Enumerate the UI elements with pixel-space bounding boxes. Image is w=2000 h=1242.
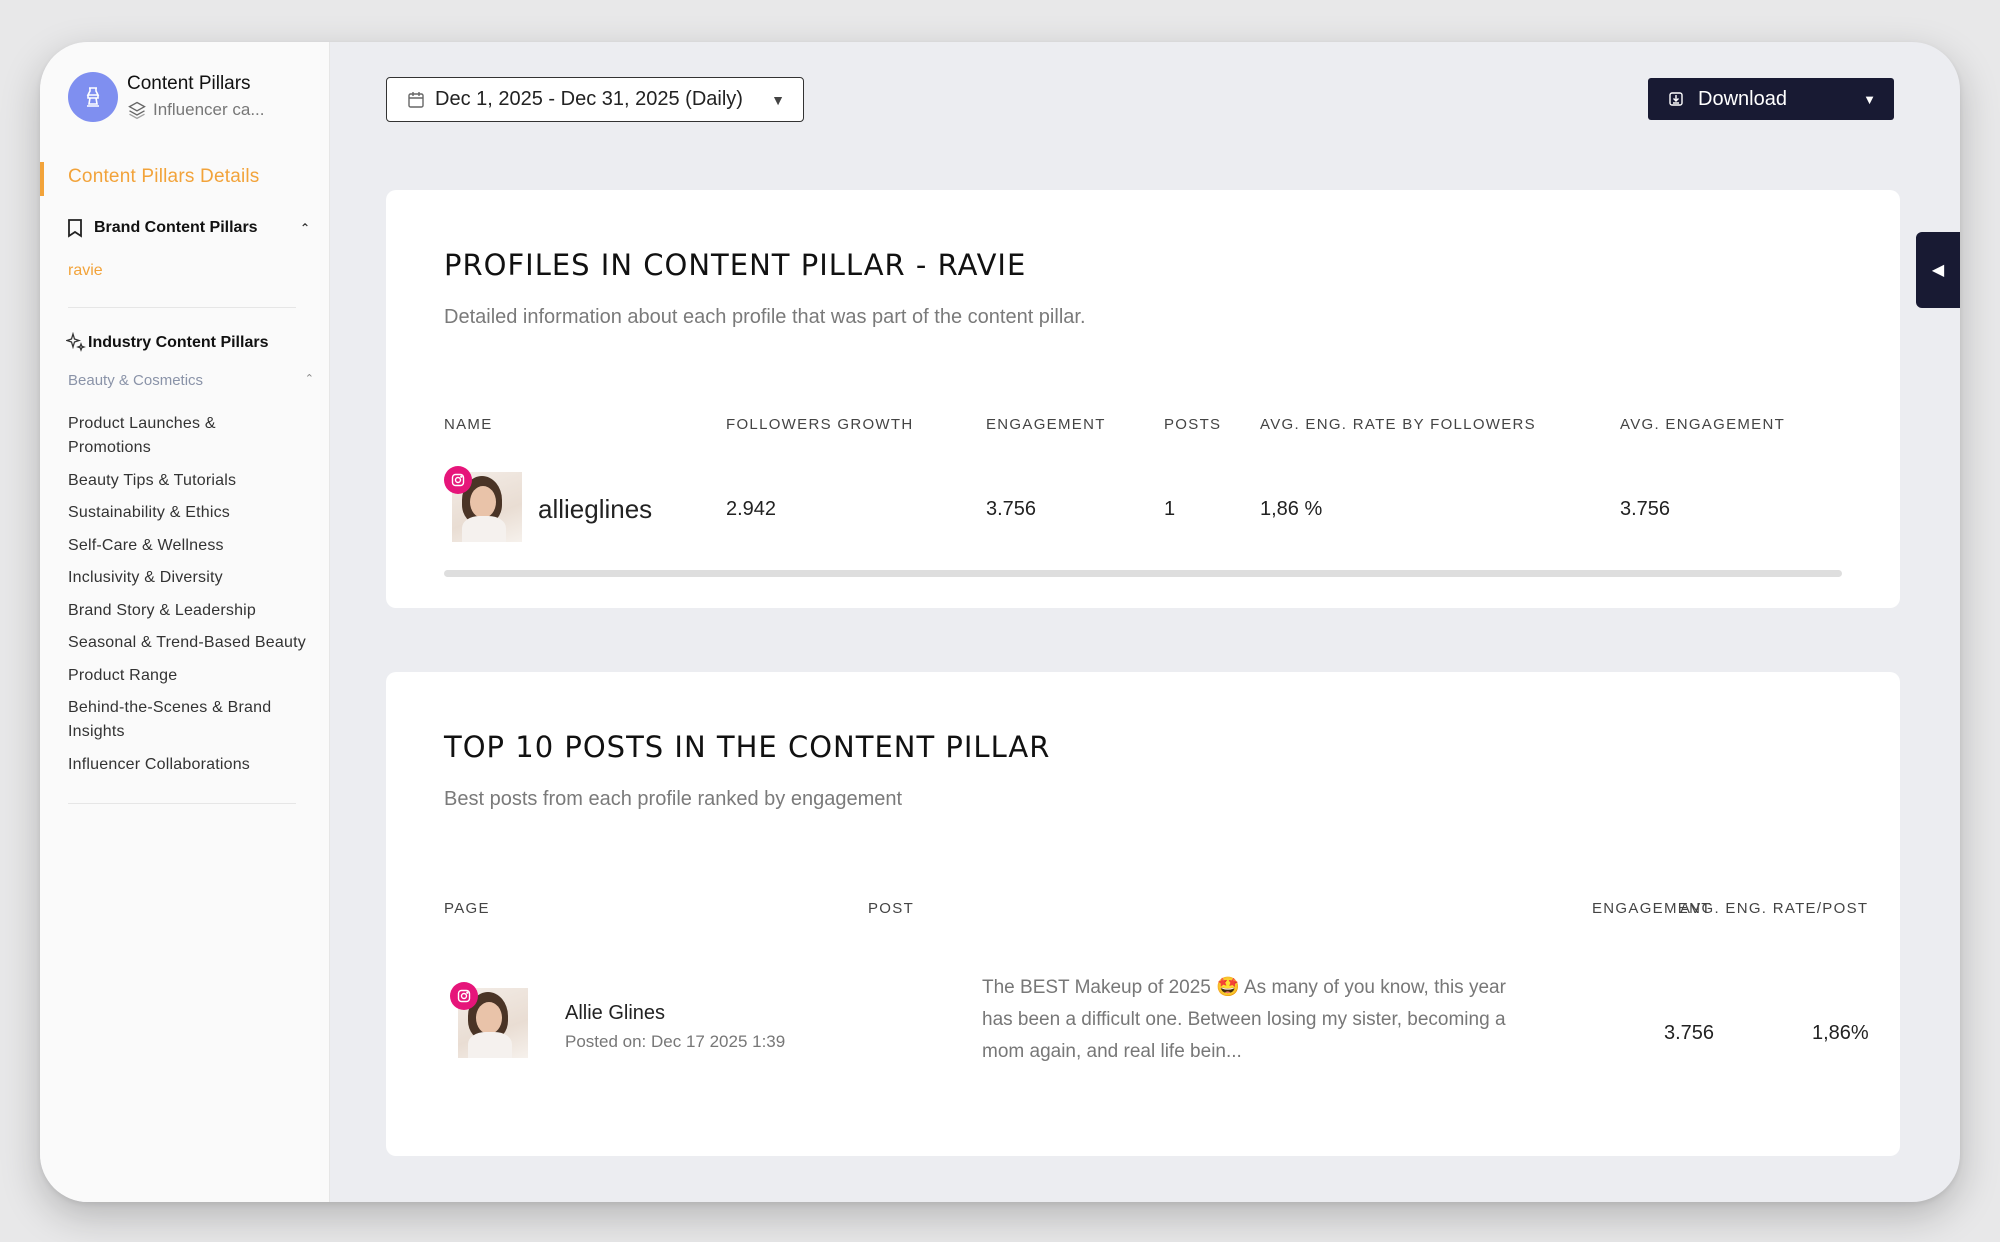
- app-logo-icon: [68, 72, 118, 122]
- instagram-icon: [450, 982, 478, 1010]
- post-avg-eng-rate-value: 1,86%: [1812, 1022, 1869, 1044]
- sidebar-item-beauty-tips[interactable]: Beauty Tips & Tutorials: [68, 469, 328, 493]
- chevron-up-icon: ⌃: [299, 221, 310, 235]
- sidebar-item-sustainability[interactable]: Sustainability & Ethics: [68, 501, 328, 525]
- brand-content-pillars-toggle[interactable]: Brand Content Pillars ⌃: [66, 218, 310, 238]
- column-header-page[interactable]: PAGE: [444, 900, 490, 917]
- calendar-icon: [408, 91, 424, 108]
- beauty-cosmetics-label: Beauty & Cosmetics: [68, 372, 204, 389]
- avg-engagement-value: 3.756: [1620, 498, 1671, 520]
- profiles-card-title: PROFILES IN CONTENT PILLAR - RAVIE: [444, 248, 1027, 282]
- sidebar: Content Pillars Influencer ca... Content…: [40, 42, 330, 1202]
- sidebar-item-influencer-collaborations[interactable]: Influencer Collaborations: [68, 753, 328, 777]
- sidebar-item-product-range[interactable]: Product Range: [68, 664, 328, 688]
- sidebar-item-ravie[interactable]: ravie: [68, 262, 103, 280]
- sidebar-item-self-care[interactable]: Self-Care & Wellness: [68, 534, 328, 558]
- profiles-card-subtitle: Detailed information about each profile …: [444, 306, 1086, 328]
- post-engagement-value: 3.756: [1664, 1022, 1715, 1044]
- posted-on: Posted on: Dec 17 2025 1:39: [565, 1032, 786, 1051]
- sparkle-icon: [66, 332, 86, 352]
- layers-icon: [128, 101, 146, 120]
- sidebar-item-content-pillars-details[interactable]: Content Pillars Details: [68, 166, 260, 188]
- caret-down-icon: ▼: [771, 91, 785, 108]
- sidebar-item-inclusivity[interactable]: Inclusivity & Diversity: [68, 566, 328, 590]
- instagram-icon: [444, 466, 472, 494]
- column-header-name[interactable]: NAME: [444, 416, 493, 433]
- sidebar-item-seasonal[interactable]: Seasonal & Trend-Based Beauty: [68, 631, 328, 655]
- column-header-post[interactable]: POST: [868, 900, 914, 917]
- posts-card-title: TOP 10 POSTS IN THE CONTENT PILLAR: [444, 730, 1051, 764]
- industry-content-pillars-label: Industry Content Pillars: [88, 334, 269, 351]
- active-indicator: [40, 162, 44, 196]
- post-text[interactable]: The BEST Makeup of 2025 🤩 As many of you…: [982, 972, 1512, 1068]
- caret-down-icon[interactable]: ▼: [1863, 92, 1876, 107]
- collapse-panel-button[interactable]: ◀: [1916, 232, 1960, 308]
- app-subtitle: Influencer ca...: [127, 98, 265, 122]
- divider: [68, 803, 296, 804]
- column-header-posts[interactable]: POSTS: [1164, 416, 1221, 433]
- column-header-followers-growth[interactable]: FOLLOWERS GROWTH: [726, 416, 913, 433]
- industry-content-pillars-header: Industry Content Pillars: [66, 332, 310, 354]
- app-title: Content Pillars: [127, 73, 251, 94]
- app-subtitle-text: Influencer ca...: [153, 100, 265, 119]
- posts-card: TOP 10 POSTS IN THE CONTENT PILLAR Best …: [386, 672, 1900, 1156]
- posts-card-subtitle: Best posts from each profile ranked by e…: [444, 788, 903, 810]
- column-header-avg-eng-rate[interactable]: AVG. ENG. RATE BY FOLLOWERS: [1260, 416, 1536, 433]
- column-header-engagement[interactable]: ENGAGEMENT: [986, 416, 1106, 433]
- app-window: Content Pillars Influencer ca... Content…: [40, 42, 1960, 1202]
- date-range-label: Dec 1, 2025 - Dec 31, 2025 (Daily): [435, 88, 743, 110]
- engagement-value: 3.756: [986, 498, 1037, 520]
- brand-content-pillars-label: Brand Content Pillars: [94, 219, 258, 236]
- profile-name[interactable]: allieglines: [538, 494, 652, 525]
- sidebar-item-behind-the-scenes[interactable]: Behind-the-Scenes & Brand Insights: [68, 696, 308, 744]
- bookmark-icon: [68, 219, 82, 238]
- posts-value: 1: [1164, 498, 1176, 520]
- caret-left-icon: ◀: [1931, 262, 1945, 279]
- followers-growth-value: 2.942: [726, 498, 777, 520]
- download-label: Download: [1698, 87, 1787, 110]
- column-header-avg-engagement[interactable]: AVG. ENGAGEMENT: [1620, 416, 1785, 433]
- app-brand[interactable]: Content Pillars Influencer ca...: [68, 72, 265, 122]
- date-range-picker[interactable]: Dec 1, 2025 - Dec 31, 2025 (Daily) ▼: [386, 77, 804, 122]
- profiles-card: PROFILES IN CONTENT PILLAR - RAVIE Detai…: [386, 190, 1900, 608]
- divider: [68, 307, 296, 308]
- chevron-up-icon: ⌃: [304, 373, 314, 385]
- industry-pillar-list: Product Launches & Promotions Beauty Tip…: [68, 412, 328, 785]
- download-button[interactable]: Download ▼: [1648, 78, 1894, 120]
- download-icon: [1669, 92, 1683, 106]
- horizontal-scrollbar[interactable]: [444, 570, 1842, 577]
- beauty-cosmetics-toggle[interactable]: Beauty & Cosmetics ⌃: [68, 372, 314, 389]
- avg-eng-rate-value: 1,86 %: [1260, 498, 1323, 520]
- page-name[interactable]: Allie Glines: [565, 1002, 665, 1025]
- sidebar-item-product-launches[interactable]: Product Launches & Promotions: [68, 412, 268, 460]
- column-header-avg-eng-rate-post[interactable]: AVG. ENG. RATE/POST: [1680, 900, 1868, 917]
- sidebar-item-brand-story[interactable]: Brand Story & Leadership: [68, 599, 328, 623]
